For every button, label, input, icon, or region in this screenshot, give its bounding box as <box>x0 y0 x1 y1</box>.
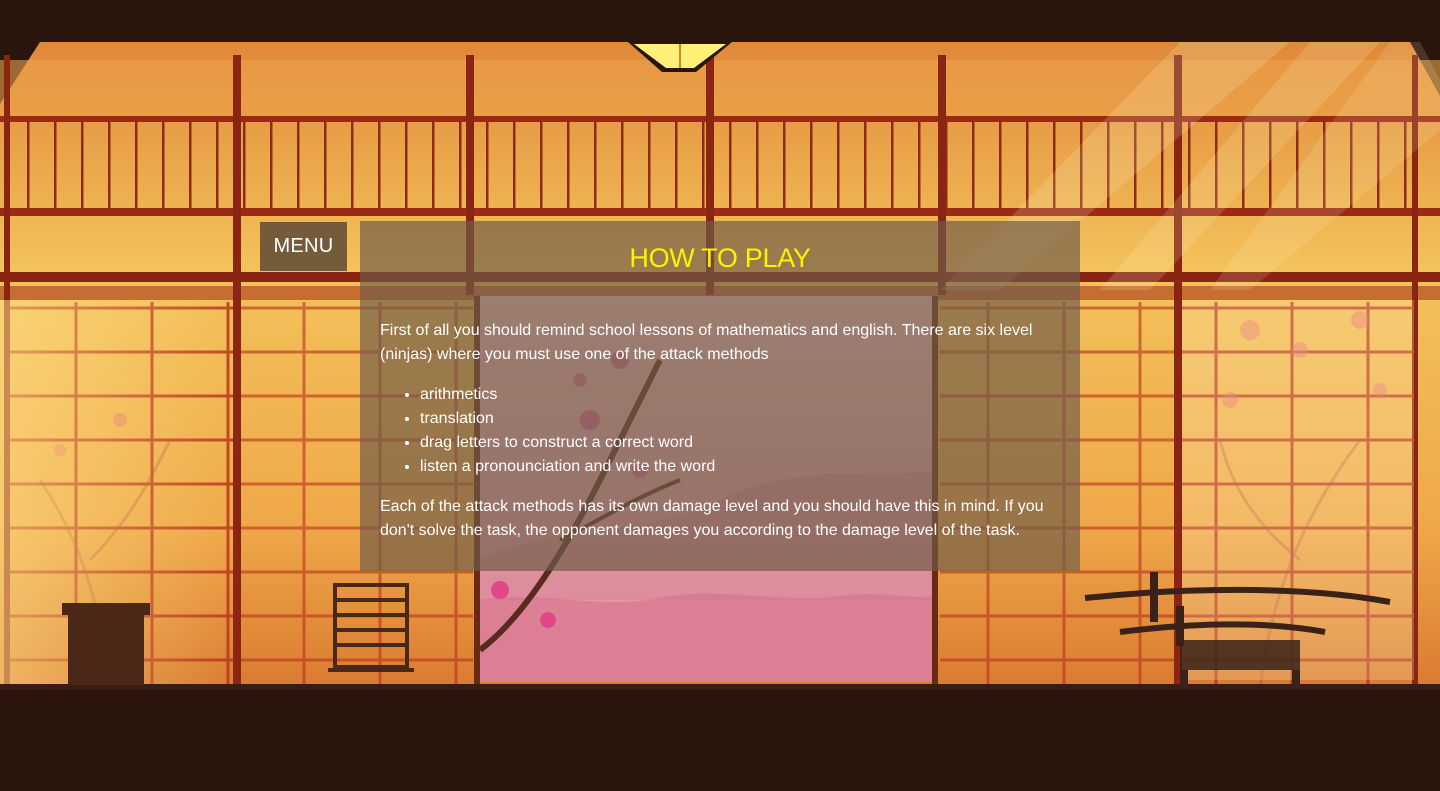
menu-button[interactable]: MENU <box>260 222 347 271</box>
how-to-play-panel: HOW TO PLAY First of all you should remi… <box>360 221 1080 571</box>
list-item: listen a pronounciation and write the wo… <box>420 455 1060 479</box>
list-item: translation <box>420 407 1060 431</box>
list-item: drag letters to construct a correct word <box>420 431 1060 455</box>
list-item: arithmetics <box>420 383 1060 407</box>
outro-text: Each of the attack methods has its own d… <box>380 498 1044 539</box>
intro-text: First of all you should remind school le… <box>380 322 1033 363</box>
panel-title: HOW TO PLAY <box>629 243 811 273</box>
attack-methods-list: arithmetics translation drag letters to … <box>380 383 1060 479</box>
box-stand-icon <box>62 603 150 685</box>
